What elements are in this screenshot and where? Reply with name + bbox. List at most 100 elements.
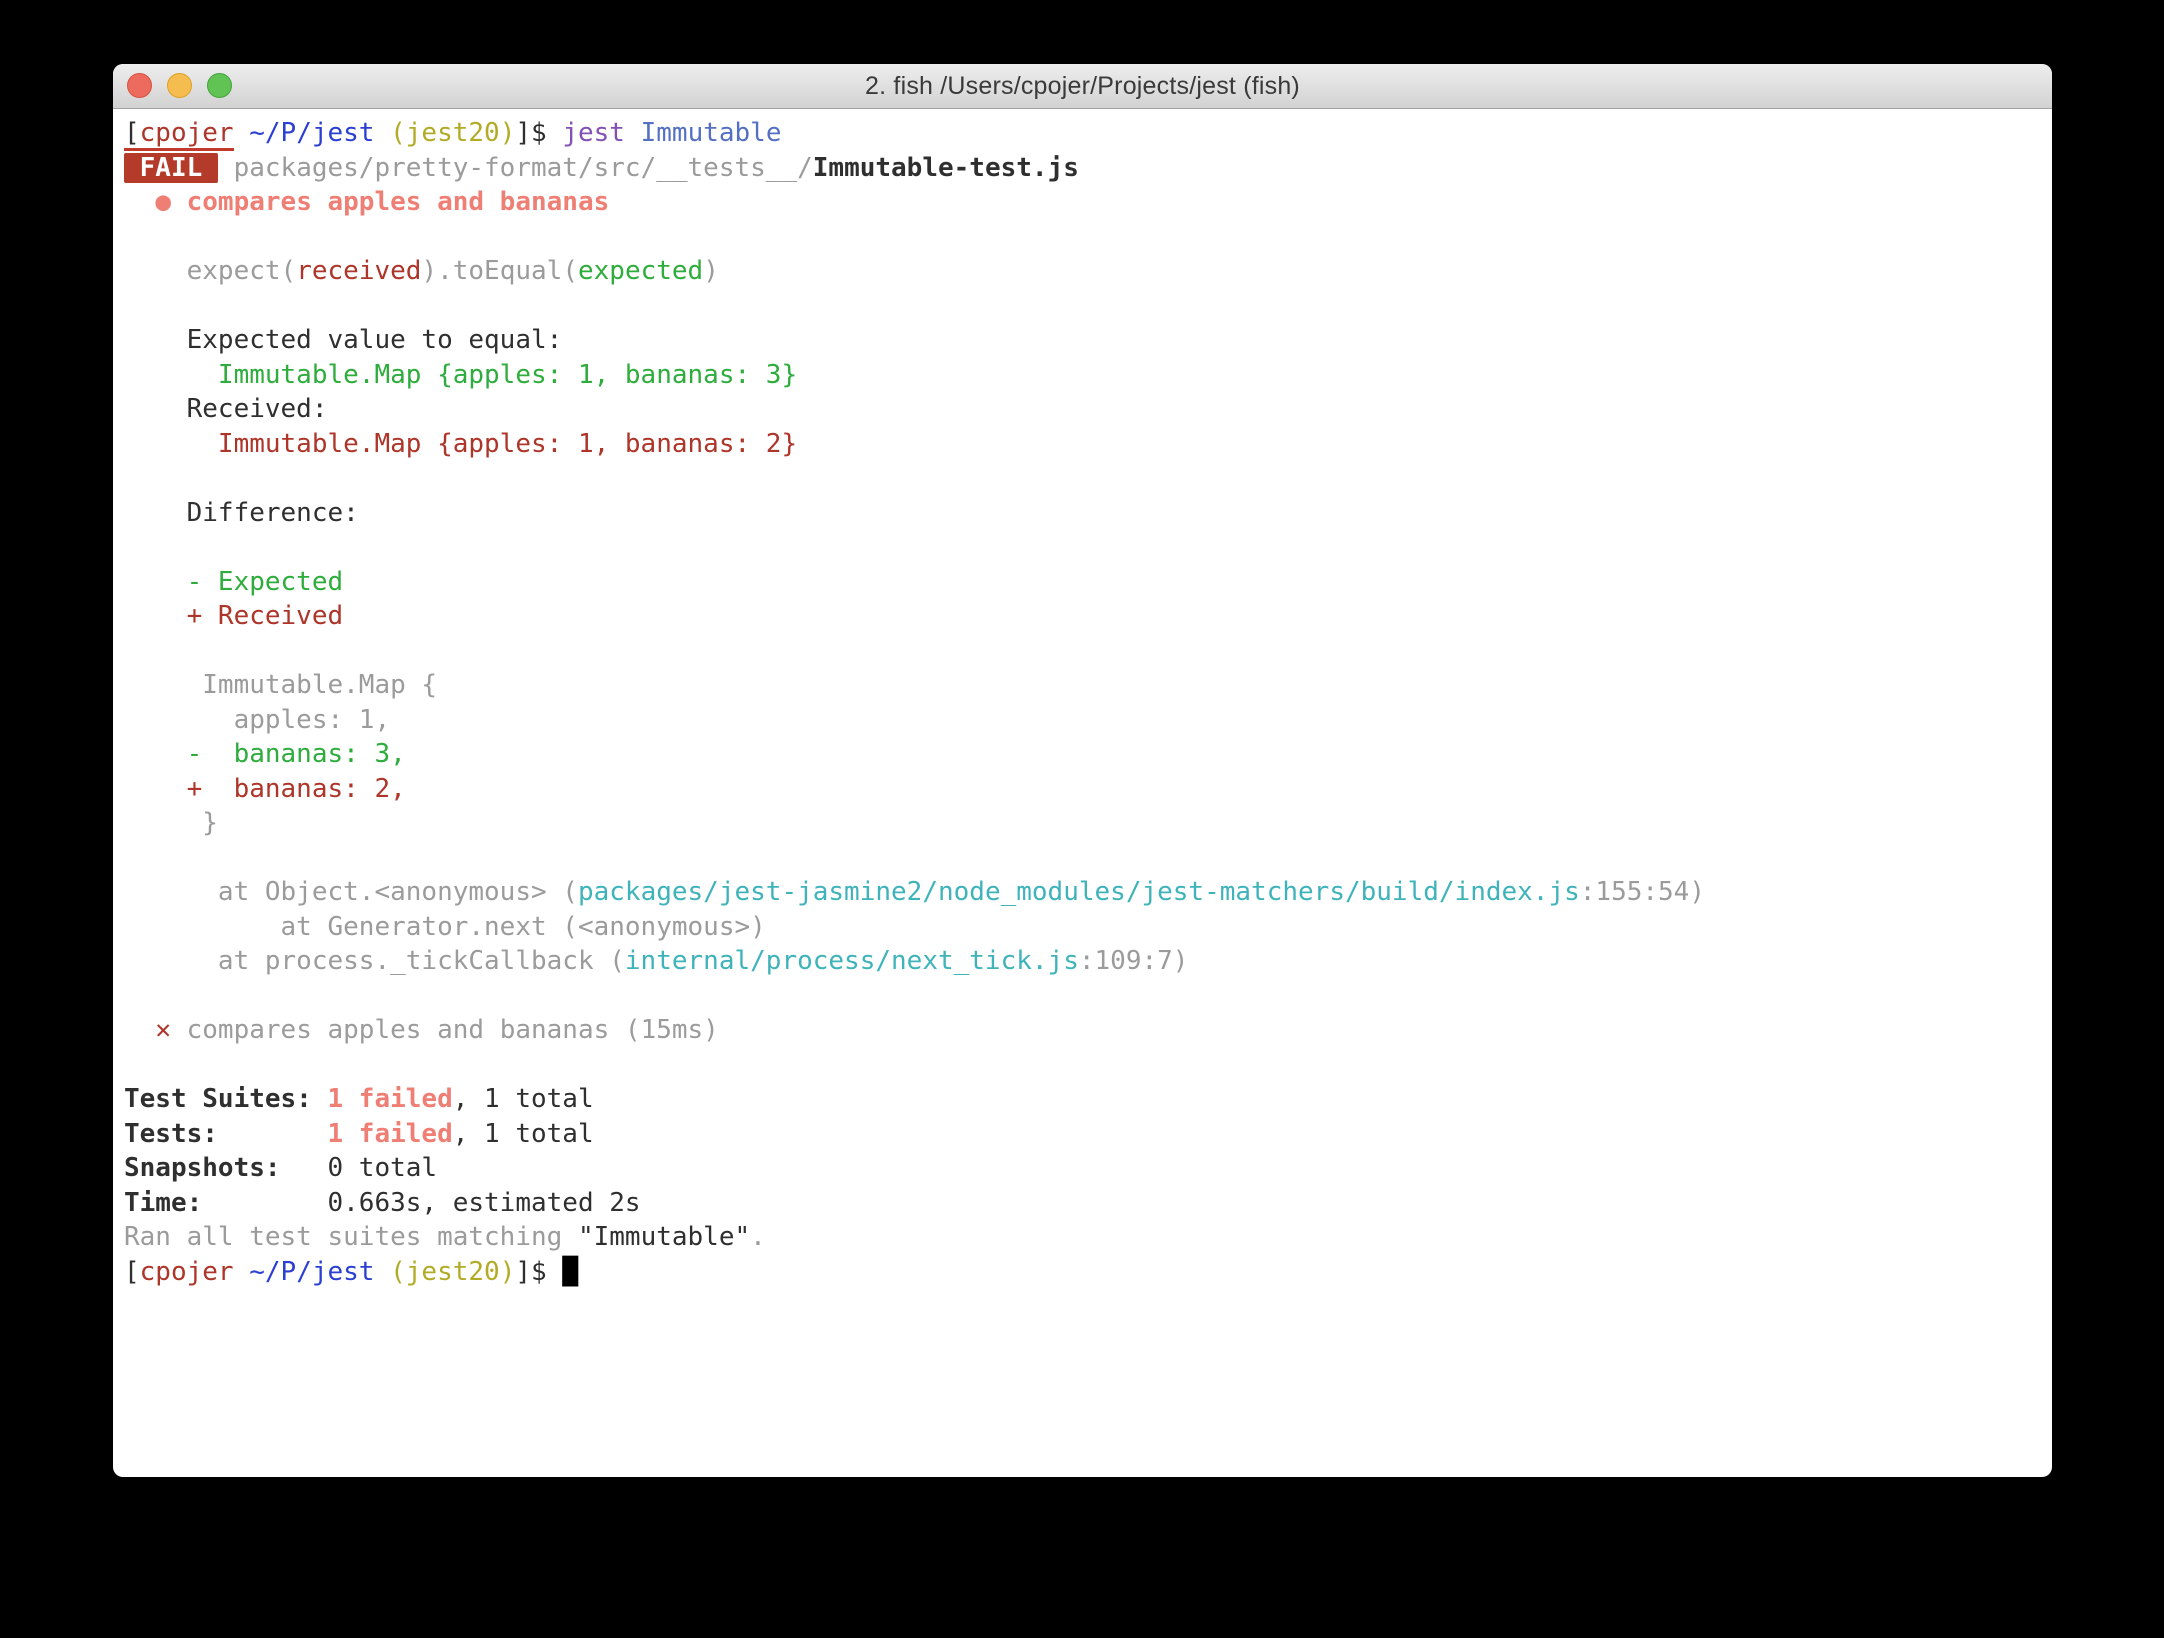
text-segment: 0 total xyxy=(328,1153,438,1183)
text-segment: Immutable xyxy=(641,118,782,148)
text-segment: :155:54) xyxy=(1580,877,1705,907)
text-segment: packages/jest-jasmine2/node_modules/jest… xyxy=(578,877,1580,907)
text-segment: Received: xyxy=(124,394,328,424)
terminal-line: ✕ compares apples and bananas (15ms) xyxy=(124,1013,2042,1048)
traffic-lights xyxy=(127,73,232,98)
terminal-line: at Generator.next (<anonymous>) xyxy=(124,910,2042,945)
text-segment: at Generator.next (<anonymous>) xyxy=(124,912,766,942)
terminal-line: expect(received).toEqual(expected) xyxy=(124,254,2042,289)
text-segment: at Object.<anonymous> ( xyxy=(124,877,578,907)
close-button[interactable] xyxy=(127,73,152,98)
terminal-line xyxy=(124,461,2042,496)
text-segment xyxy=(234,118,250,148)
terminal-line: FAIL packages/pretty-format/src/__tests_… xyxy=(124,151,2042,186)
window-title: 2. fish /Users/cpojer/Projects/jest (fis… xyxy=(865,72,1300,101)
text-segment: received xyxy=(296,256,421,286)
text-segment: Time: xyxy=(124,1188,328,1218)
terminal-line: } xyxy=(124,806,2042,841)
terminal-line: [cpojer ~/P/jest (jest20)]$ █ xyxy=(124,1255,2042,1290)
text-segment xyxy=(374,118,390,148)
terminal-line: Test Suites: 1 failed, 1 total xyxy=(124,1082,2042,1117)
terminal-line: at process._tickCallback (internal/proce… xyxy=(124,944,2042,979)
terminal-line: Immutable.Map {apples: 1, bananas: 3} xyxy=(124,358,2042,393)
text-segment: Expected value to equal: xyxy=(124,325,562,355)
text-segment: [ xyxy=(124,118,140,151)
text-segment: Ran all test suites matching xyxy=(124,1222,578,1252)
text-segment: . xyxy=(750,1222,766,1252)
text-segment: ~/P/jest xyxy=(249,1257,374,1287)
terminal-line xyxy=(124,289,2042,324)
fail-badge: FAIL xyxy=(124,153,218,183)
text-segment: , 1 total xyxy=(453,1119,594,1149)
minimize-button[interactable] xyxy=(167,73,192,98)
terminal-line xyxy=(124,1048,2042,1083)
text-segment: Immutable.Map {apples: 1, bananas: 2} xyxy=(124,429,797,459)
terminal-line: ● compares apples and bananas xyxy=(124,185,2042,220)
terminal-line xyxy=(124,220,2042,255)
zoom-button[interactable] xyxy=(207,73,232,98)
text-segment: Immutable.Map { xyxy=(124,670,437,700)
terminal-line: Difference: xyxy=(124,496,2042,531)
text-segment xyxy=(124,187,155,217)
terminal-content[interactable]: [cpojer ~/P/jest (jest20)]$ jest Immutab… xyxy=(113,109,2052,1289)
text-segment: Difference: xyxy=(124,498,359,528)
terminal-line: Time: 0.663s, estimated 2s xyxy=(124,1186,2042,1221)
terminal-line: apples: 1, xyxy=(124,703,2042,738)
text-segment: Snapshots: xyxy=(124,1153,328,1183)
text-segment xyxy=(124,1015,155,1045)
terminal-line: Immutable.Map { xyxy=(124,668,2042,703)
text-segment: apples: 1, xyxy=(124,705,390,735)
text-segment: - Expected xyxy=(124,567,343,597)
terminal-line: + Received xyxy=(124,599,2042,634)
text-segment: internal/process/next_tick.js xyxy=(625,946,1079,976)
failed-test-x-icon: ✕ xyxy=(155,1015,171,1045)
terminal-line: Received: xyxy=(124,392,2042,427)
text-segment: + Received xyxy=(124,601,343,631)
terminal-line: Expected value to equal: xyxy=(124,323,2042,358)
text-segment: "Immutable" xyxy=(578,1222,750,1252)
text-segment: ).toEqual( xyxy=(421,256,578,286)
text-segment: packages/pretty-format/src/__tests__/ xyxy=(234,153,813,183)
text-segment: ) xyxy=(703,256,719,286)
text-segment: ~/P/jest xyxy=(249,118,374,148)
text-segment: 0.663s, estimated 2s xyxy=(328,1188,641,1218)
text-segment: compares apples and bananas (15ms) xyxy=(171,1015,719,1045)
text-segment: 1 failed xyxy=(328,1119,453,1149)
failed-test-title: ● compares apples and bananas xyxy=(155,187,609,217)
text-segment: 1 failed xyxy=(328,1084,453,1114)
text-segment: expected xyxy=(578,256,703,286)
text-segment: Tests: xyxy=(124,1119,328,1149)
terminal-window: 2. fish /Users/cpojer/Projects/jest (fis… xyxy=(113,64,2052,1477)
terminal-cursor: █ xyxy=(562,1257,578,1287)
text-segment: cpojer xyxy=(140,118,234,151)
terminal-line: Tests: 1 failed, 1 total xyxy=(124,1117,2042,1152)
terminal-line: Snapshots: 0 total xyxy=(124,1151,2042,1186)
text-segment: :109:7) xyxy=(1079,946,1189,976)
text-segment: [ xyxy=(124,1257,140,1287)
text-segment: jest xyxy=(562,118,625,148)
text-segment: cpojer xyxy=(140,1257,234,1287)
terminal-line xyxy=(124,979,2042,1014)
text-segment xyxy=(234,1257,250,1287)
text-segment: expect( xyxy=(187,256,297,286)
terminal-line xyxy=(124,530,2042,565)
text-segment xyxy=(625,118,641,148)
window-titlebar[interactable]: 2. fish /Users/cpojer/Projects/jest (fis… xyxy=(113,64,2052,109)
terminal-line: Immutable.Map {apples: 1, bananas: 2} xyxy=(124,427,2042,462)
text-segment: ]$ xyxy=(515,118,562,148)
text-segment: - bananas: 3, xyxy=(124,739,406,769)
text-segment: ]$ xyxy=(515,1257,562,1287)
text-segment: Immutable-test.js xyxy=(813,153,1079,183)
terminal-line: at Object.<anonymous> (packages/jest-jas… xyxy=(124,875,2042,910)
text-segment xyxy=(124,256,187,286)
text-segment: , 1 total xyxy=(453,1084,594,1114)
terminal-line: Ran all test suites matching "Immutable"… xyxy=(124,1220,2042,1255)
terminal-line: [cpojer ~/P/jest (jest20)]$ jest Immutab… xyxy=(124,116,2042,151)
text-segment: Test Suites: xyxy=(124,1084,328,1114)
terminal-line xyxy=(124,634,2042,669)
terminal-line: + bananas: 2, xyxy=(124,772,2042,807)
text-segment: at process._tickCallback ( xyxy=(124,946,625,976)
text-segment: (jest20) xyxy=(390,1257,515,1287)
text-segment: } xyxy=(124,808,218,838)
terminal-line xyxy=(124,841,2042,876)
